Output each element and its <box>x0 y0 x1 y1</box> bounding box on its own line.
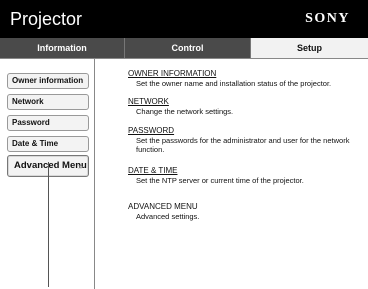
menu-tree-line <box>48 162 49 287</box>
top-bar: Projector SONY <box>0 0 368 38</box>
sidebar-item-owner-information[interactable]: Owner information <box>7 73 89 89</box>
sidebar-item-date-time[interactable]: Date & Time <box>7 136 89 152</box>
network-description: Change the network settings. <box>136 107 234 116</box>
advanced-menu-title: ADVANCED MENU <box>128 202 198 211</box>
tab-setup[interactable]: Setup <box>251 38 368 58</box>
tab-control[interactable]: Control <box>125 38 251 58</box>
content-item-password: PASSWORD Set the passwords for the admin… <box>128 126 363 154</box>
owner-information-description: Set the owner name and installation stat… <box>136 79 332 88</box>
network-link[interactable]: NETWORK <box>128 97 363 106</box>
app-title: Projector <box>10 9 83 29</box>
content-item-date-time: DATE & TIME Set the NTP server or curren… <box>128 166 363 185</box>
chevron-down-icon: » <box>77 161 83 171</box>
sidebar-item-password[interactable]: Password <box>7 115 89 131</box>
content-item-advanced-menu: ADVANCED MENU Advanced settings. <box>128 202 363 221</box>
tab-information[interactable]: Information <box>0 38 125 58</box>
date-time-description: Set the NTP server or current time of th… <box>136 176 304 185</box>
password-description: Set the passwords for the administrator … <box>136 136 350 154</box>
advanced-menu-description: Advanced settings. <box>136 212 200 221</box>
password-link[interactable]: PASSWORD <box>128 126 363 135</box>
brand-logo: SONY <box>305 11 350 26</box>
content-item-network: NETWORK Change the network settings. <box>128 97 363 116</box>
date-time-link[interactable]: DATE & TIME <box>128 166 363 175</box>
tab-bar: Information Control Setup <box>0 38 368 59</box>
owner-information-link[interactable]: OWNER INFORMATION <box>128 69 363 78</box>
content-item-owner-information: OWNER INFORMATION Set the owner name and… <box>128 69 363 88</box>
sidebar-item-network[interactable]: Network <box>7 94 89 110</box>
sidebar-item-label: Advanced Menu <box>14 160 87 171</box>
